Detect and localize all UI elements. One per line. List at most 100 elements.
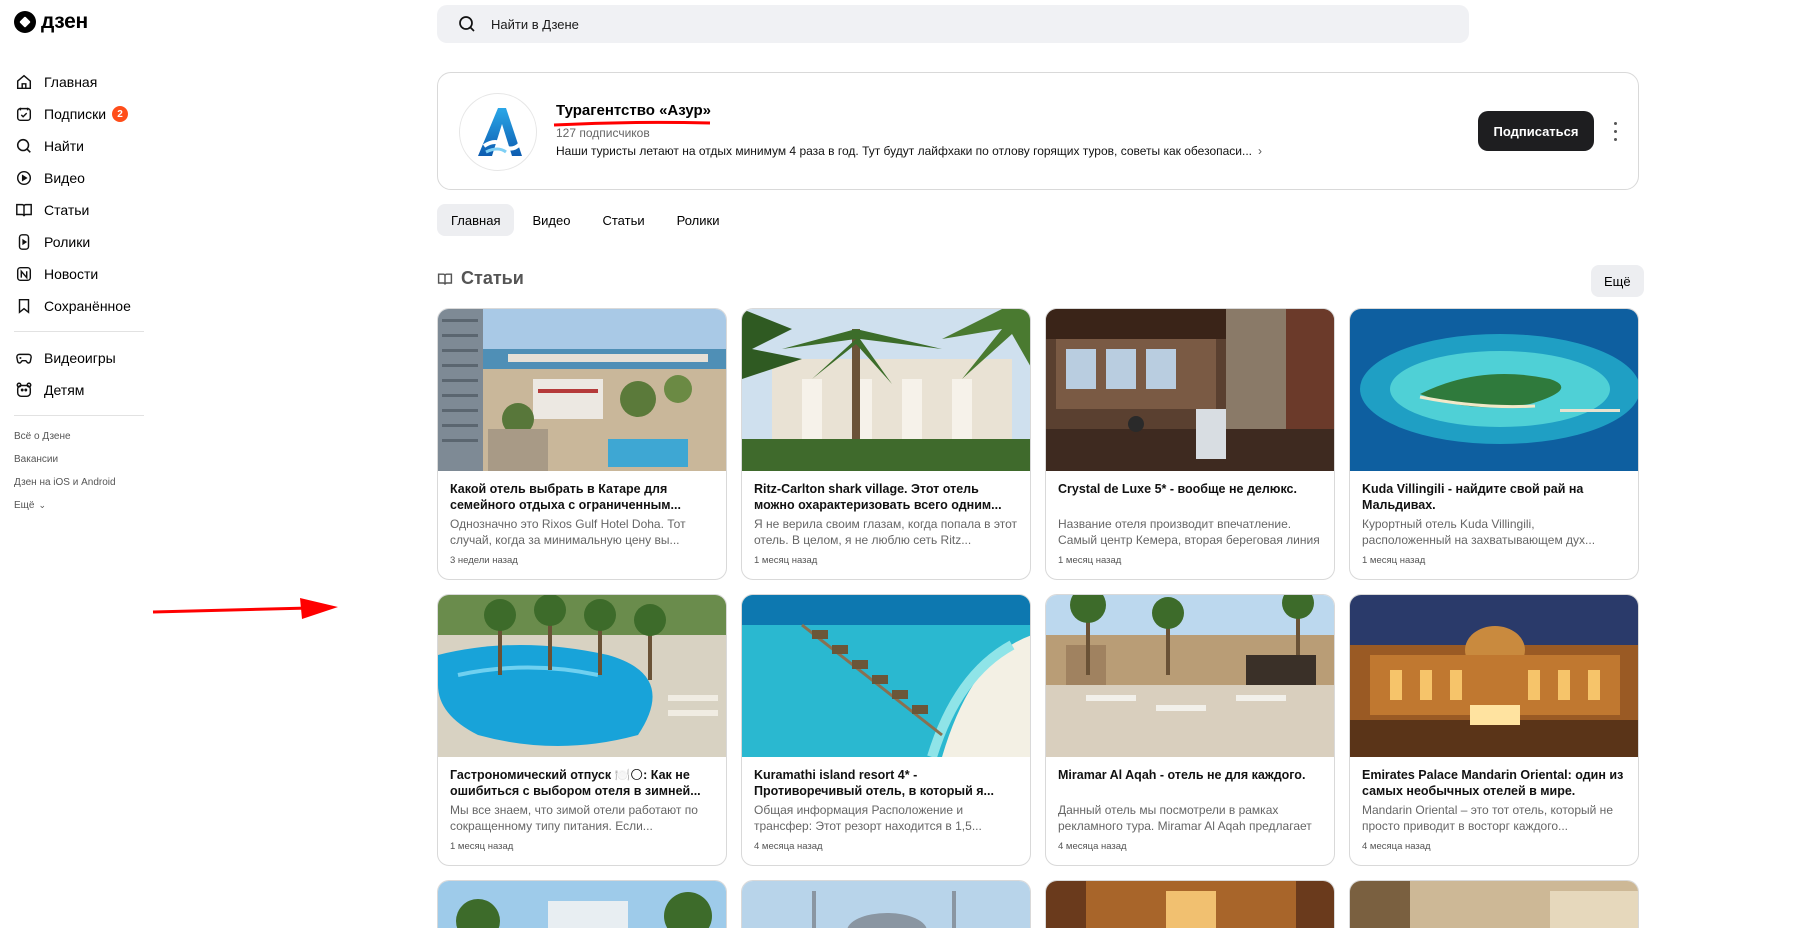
sidebar-item-shorts[interactable]: Ролики [14,226,144,258]
article-time: 3 недели назад [450,555,518,566]
article-time: 1 месяц назад [1362,555,1426,566]
article-description: Mandarin Oriental – это тот отель, котор… [1362,803,1613,833]
channel-tabs: Главная Видео Статьи Ролики [437,204,733,236]
sidebar-item-home[interactable]: Главная [14,66,144,98]
sidebar-item-kids[interactable]: Детям [14,374,144,406]
subscriptions-badge: 2 [112,106,129,122]
sidebar-item-label: Найти [44,138,84,154]
article-image [1046,309,1334,471]
article-description: Я не верила своим глазам, когда попала в… [754,517,1017,547]
search-icon [459,16,475,32]
search-bar[interactable] [437,5,1469,43]
article-title: Kuramathi island resort 4* - Противоречи… [754,768,994,798]
tab-shorts[interactable]: Ролики [663,204,734,236]
article-image [1350,881,1638,928]
gamepad-icon [14,348,34,368]
article-title: Гастрономический отпуск 🍽️🌕: Как не ошиб… [450,768,701,798]
channel-description-text: Наши туристы летают на отдых минимум 4 р… [556,144,1252,158]
footer-link-vacancies[interactable]: Вакансии [14,448,116,471]
article-card[interactable]: Какой отель выбрать в Катаре для семейно… [437,308,727,580]
article-title: Crystal de Luxe 5* - вообще не делюкс. [1058,482,1297,496]
sidebar-item-label: Подписки [44,106,107,122]
footer-link-about[interactable]: Всё о Дзене [14,425,116,448]
article-time: 4 месяца назад [1362,841,1431,852]
article-image [1046,595,1334,757]
sidebar-item-label: Видео [44,170,85,186]
article-title: Miramar Al Aqah - отель не для каждого. [1058,768,1306,782]
articles-grid: Какой отель выбрать в Катаре для семейно… [437,308,1639,928]
channel-avatar[interactable] [459,93,537,171]
sidebar-item-label: Видеоигры [44,350,116,366]
article-time: 1 месяц назад [450,841,514,852]
logo-text: дзен [41,10,88,33]
home-icon [14,72,34,92]
article-card[interactable]: Crystal de Luxe 5* - вообще не делюкс. Н… [1045,308,1335,580]
article-card[interactable]: Emirates Palace Mandarin Oriental: один … [1349,594,1639,866]
channel-name[interactable]: Турагентство «Азур» [556,102,711,119]
nav-divider [14,415,144,416]
sidebar-item-articles[interactable]: Статьи [14,194,144,226]
article-card[interactable]: Kuramathi island resort 4* - Противоречи… [741,594,1031,866]
news-icon [14,264,34,284]
article-title: Emirates Palace Mandarin Oriental: один … [1362,768,1624,798]
article-description: Общая информация Расположение и трансфер… [754,803,982,833]
article-description: Однозначно это Rixos Gulf Hotel Doha. То… [450,517,686,547]
sidebar-item-label: Новости [44,266,99,282]
dzen-logo[interactable]: дзен [14,10,88,34]
article-title: Kuda Villingili - найдите свой рай на Ма… [1362,482,1584,512]
article-card[interactable] [437,880,727,928]
article-image [742,881,1030,928]
articles-icon [14,200,34,220]
article-card[interactable] [741,880,1031,928]
channel-subscribers: 127 подписчиков [556,126,650,140]
subscribe-button[interactable]: Подписаться [1478,111,1594,151]
sidebar-footer: Всё о Дзене Вакансии Дзен на iOS и Andro… [14,425,116,517]
sidebar-item-video[interactable]: Видео [14,162,144,194]
article-card[interactable]: Ritz-Carlton shark village. Этот отель м… [741,308,1031,580]
sidebar-item-saved[interactable]: Сохранённое [14,290,144,322]
article-image [742,309,1030,471]
article-title: Какой отель выбрать в Катаре для семейно… [450,482,681,512]
sidebar-item-subscriptions[interactable]: Подписки 2 [14,98,144,130]
article-card[interactable] [1045,880,1335,928]
article-time: 4 месяца назад [1058,841,1127,852]
sidebar-nav: Главная Подписки 2 Найти Видео Статьи Ро… [14,66,144,426]
article-time: 1 месяц назад [1058,555,1122,566]
article-image [1046,881,1334,928]
sidebar-item-videogames[interactable]: Видеоигры [14,342,144,374]
more-options-icon[interactable] [1610,119,1620,143]
chevron-down-icon: ⌄ [38,500,47,510]
footer-more-button[interactable]: Ещё ⌄ [14,494,116,517]
sidebar-item-label: Главная [44,74,98,90]
footer-link-apps[interactable]: Дзен на iOS и Android [14,471,116,494]
channel-header: Турагентство «Азур» 127 подписчиков Наши… [437,72,1639,190]
channel-description[interactable]: Наши туристы летают на отдых минимум 4 р… [556,144,1262,158]
tab-main[interactable]: Главная [437,204,515,236]
tab-video[interactable]: Видео [518,204,584,236]
article-card[interactable]: Kuda Villingili - найдите свой рай на Ма… [1349,308,1639,580]
red-arrow-annotation [152,598,338,619]
sidebar-item-news[interactable]: Новости [14,258,144,290]
more-button[interactable]: Ещё [1591,265,1644,297]
chevron-right-icon: › [1258,144,1262,158]
sidebar-item-search[interactable]: Найти [14,130,144,162]
article-time: 1 месяц назад [754,555,818,566]
video-icon [14,168,34,188]
shorts-icon [14,232,34,252]
footer-more-label: Ещё [14,500,35,511]
article-title: Ritz-Carlton shark village. Этот отель м… [754,482,1002,512]
subscriptions-icon [14,104,34,124]
sidebar: дзен Главная Подписки 2 Найти Видео Стат… [0,0,150,928]
tab-articles[interactable]: Статьи [588,204,658,236]
article-card[interactable]: Miramar Al Aqah - отель не для каждого. … [1045,594,1335,866]
kids-icon [14,380,34,400]
sidebar-item-label: Статьи [44,202,90,218]
article-card[interactable]: Гастрономический отпуск 🍽️🌕: Как не ошиб… [437,594,727,866]
section-title: Статьи [461,268,524,288]
article-description: Данный отель мы посмотрели в рамках рекл… [1058,803,1312,833]
article-image [438,595,726,757]
bookmark-icon [14,296,34,316]
article-card[interactable] [1349,880,1639,928]
article-image [1350,595,1638,757]
search-input[interactable] [491,16,1391,32]
